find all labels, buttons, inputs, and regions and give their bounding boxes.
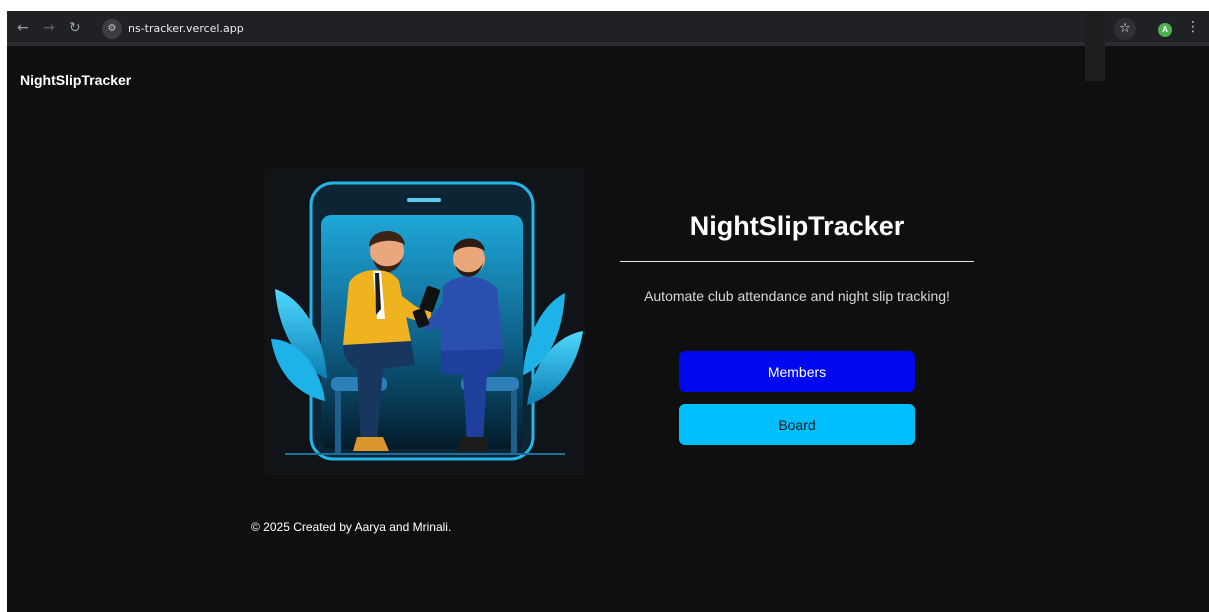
browser-window: ← → ↻ ⚙ ns-tracker.vercel.app ☆ A ⋮ Nigh… [7, 11, 1209, 612]
hero-tagline: Automate club attendance and night slip … [644, 288, 950, 304]
back-arrow-icon[interactable]: ← [17, 19, 29, 37]
footer-text: © 2025 Created by Aarya and Mrinali. [251, 520, 452, 534]
profile-avatar[interactable]: A [1158, 23, 1172, 37]
hero-illustration [265, 169, 585, 475]
browser-toolbar: ← → ↻ ⚙ ns-tracker.vercel.app ☆ A ⋮ [7, 11, 1209, 46]
star-icon[interactable]: ☆ [1114, 18, 1136, 40]
board-button[interactable]: Board [679, 404, 915, 445]
title-divider [620, 261, 974, 262]
address-bar[interactable]: ⚙ ns-tracker.vercel.app [100, 18, 1086, 40]
site-settings-icon[interactable]: ⚙ [102, 19, 122, 39]
hero-title: NightSlipTracker [689, 211, 905, 241]
kebab-menu-icon[interactable]: ⋮ [1186, 19, 1200, 35]
site-brand[interactable]: NightSlipTracker [20, 72, 131, 88]
forward-arrow-icon[interactable]: → [43, 19, 55, 37]
reload-icon[interactable]: ↻ [69, 19, 81, 37]
url-text[interactable]: ns-tracker.vercel.app [128, 22, 244, 35]
scroll-tab [1085, 11, 1105, 81]
members-button[interactable]: Members [679, 351, 915, 392]
